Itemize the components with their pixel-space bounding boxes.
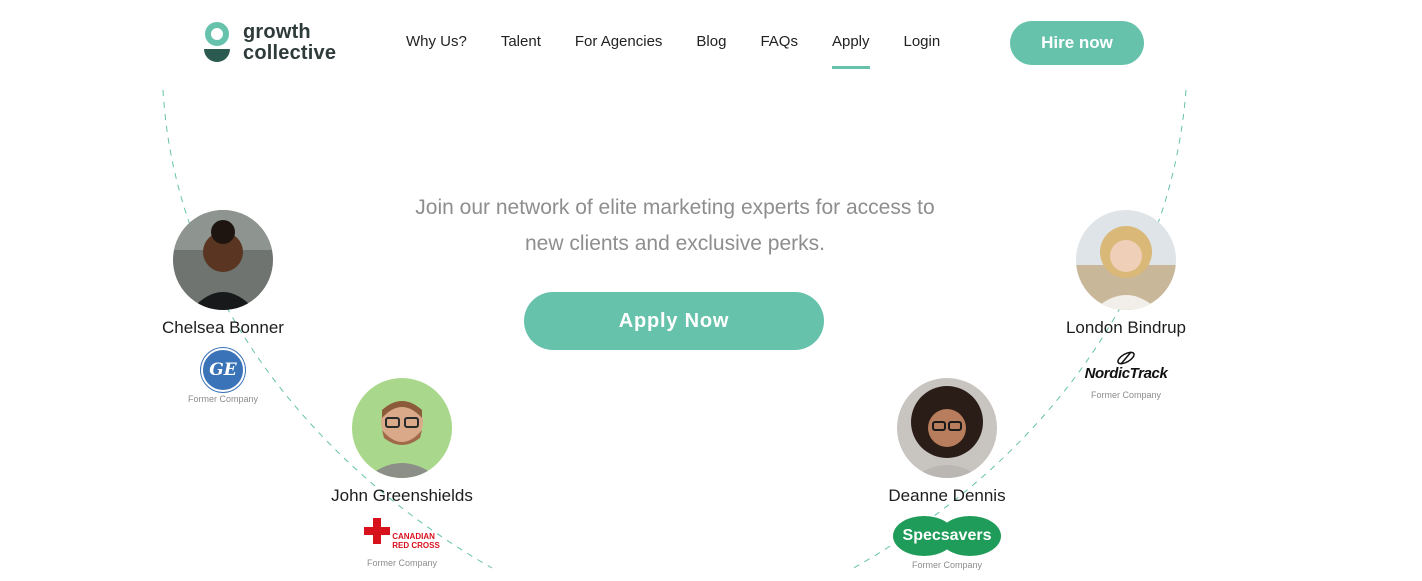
profile-card-london-bindrup: London Bindrup NordicTrack Former Compan… [1026, 210, 1226, 400]
former-company-label: Former Company [1090, 390, 1162, 400]
former-company-label: Former Company [366, 558, 438, 568]
company-logo: CANADIAN RED CROSS [302, 512, 502, 556]
avatar [897, 378, 997, 478]
profile-name: London Bindrup [1065, 318, 1187, 337]
specsavers-logo-icon: Specsavers [893, 516, 1001, 556]
brand-logo[interactable]: growth collective [203, 22, 336, 64]
company-logo: GE [123, 348, 323, 392]
profile-name: Deanne Dennis [888, 486, 1006, 505]
ge-logo-icon: GE [201, 348, 245, 392]
profile-card-deanne-dennis: Deanne Dennis Specsavers Former Company [847, 378, 1047, 570]
nordictrack-logo-icon: NordicTrack [1084, 364, 1168, 382]
company-logo: Specsavers [847, 514, 1047, 558]
profile-name: Chelsea Bonner [162, 318, 284, 337]
company-logo: NordicTrack [1026, 344, 1226, 388]
nordictrack-mark-icon [1117, 351, 1135, 364]
red-cross-line2: RED CROSS [392, 541, 440, 550]
nav-faqs[interactable]: FAQs [760, 31, 798, 61]
former-company-label: Former Company [911, 560, 983, 570]
hero-tagline-line1: Join our network of elite marketing expe… [415, 196, 935, 219]
former-company-label: Former Company [187, 394, 259, 404]
main-nav: Why Us? Talent For Agencies Blog FAQs Ap… [406, 31, 974, 69]
nav-login[interactable]: Login [904, 31, 941, 61]
apply-now-button[interactable]: Apply Now [524, 292, 824, 350]
hero-tagline: Join our network of elite marketing expe… [361, 190, 989, 262]
avatar [173, 210, 273, 310]
nav-blog[interactable]: Blog [696, 31, 726, 61]
profile-name: John Greenshields [331, 486, 473, 505]
red-cross-line1: CANADIAN [392, 532, 435, 541]
nav-why-us[interactable]: Why Us? [406, 31, 467, 61]
profile-card-chelsea-bonner: Chelsea Bonner GE Former Company [123, 210, 323, 404]
profile-card-john-greenshields: John Greenshields CANADIAN RED CROSS For… [302, 378, 502, 568]
avatar [352, 378, 452, 478]
hero-tagline-line2: new clients and exclusive perks. [525, 232, 825, 255]
nav-for-agencies[interactable]: For Agencies [575, 31, 663, 61]
specsavers-text: Specsavers [902, 527, 992, 544]
nav-talent[interactable]: Talent [501, 31, 541, 61]
avatar [1076, 210, 1176, 310]
hire-now-button[interactable]: Hire now [1010, 21, 1144, 65]
growth-collective-logo-icon [203, 22, 231, 64]
red-cross-logo-icon: CANADIAN RED CROSS [364, 518, 440, 550]
brand-name: growth collective [243, 21, 337, 64]
nav-apply[interactable]: Apply [831, 31, 870, 69]
